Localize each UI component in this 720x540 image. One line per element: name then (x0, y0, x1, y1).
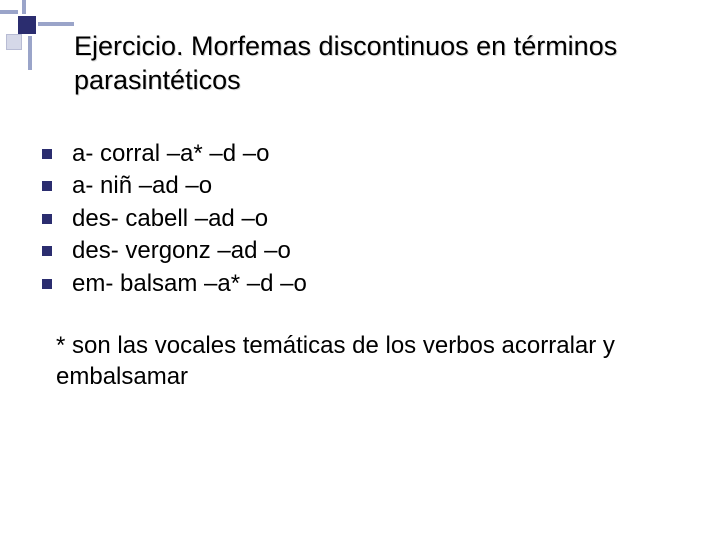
slide: Ejercicio. Morfemas discontinuos en térm… (0, 0, 720, 540)
list-item-text: a- niñ –ad –o (72, 172, 212, 199)
list-item-text: a- corral –a* –d –o (72, 140, 269, 167)
list-item: a- corral –a* –d –o (38, 138, 680, 170)
list-item: a- niñ –ad –o (38, 170, 680, 202)
footnote: * son las vocales temáticas de los verbo… (38, 330, 680, 392)
corner-decoration (0, 0, 80, 70)
slide-title: Ejercicio. Morfemas discontinuos en térm… (74, 30, 680, 98)
list-item-text: des- vergonz –ad –o (72, 237, 291, 264)
list-item: des- cabell –ad –o (38, 203, 680, 235)
square-bullet-icon (42, 279, 52, 289)
square-bullet-icon (42, 214, 52, 224)
list-item: em- balsam –a* –d –o (38, 268, 680, 300)
square-bullet-icon (42, 181, 52, 191)
slide-body: a- corral –a* –d –o a- niñ –ad –o des- c… (38, 138, 680, 392)
bullet-list: a- corral –a* –d –o a- niñ –ad –o des- c… (38, 138, 680, 300)
square-bullet-icon (42, 149, 52, 159)
list-item-text: em- balsam –a* –d –o (72, 270, 307, 297)
square-bullet-icon (42, 246, 52, 256)
list-item-text: des- cabell –ad –o (72, 205, 268, 232)
list-item: des- vergonz –ad –o (38, 235, 680, 267)
